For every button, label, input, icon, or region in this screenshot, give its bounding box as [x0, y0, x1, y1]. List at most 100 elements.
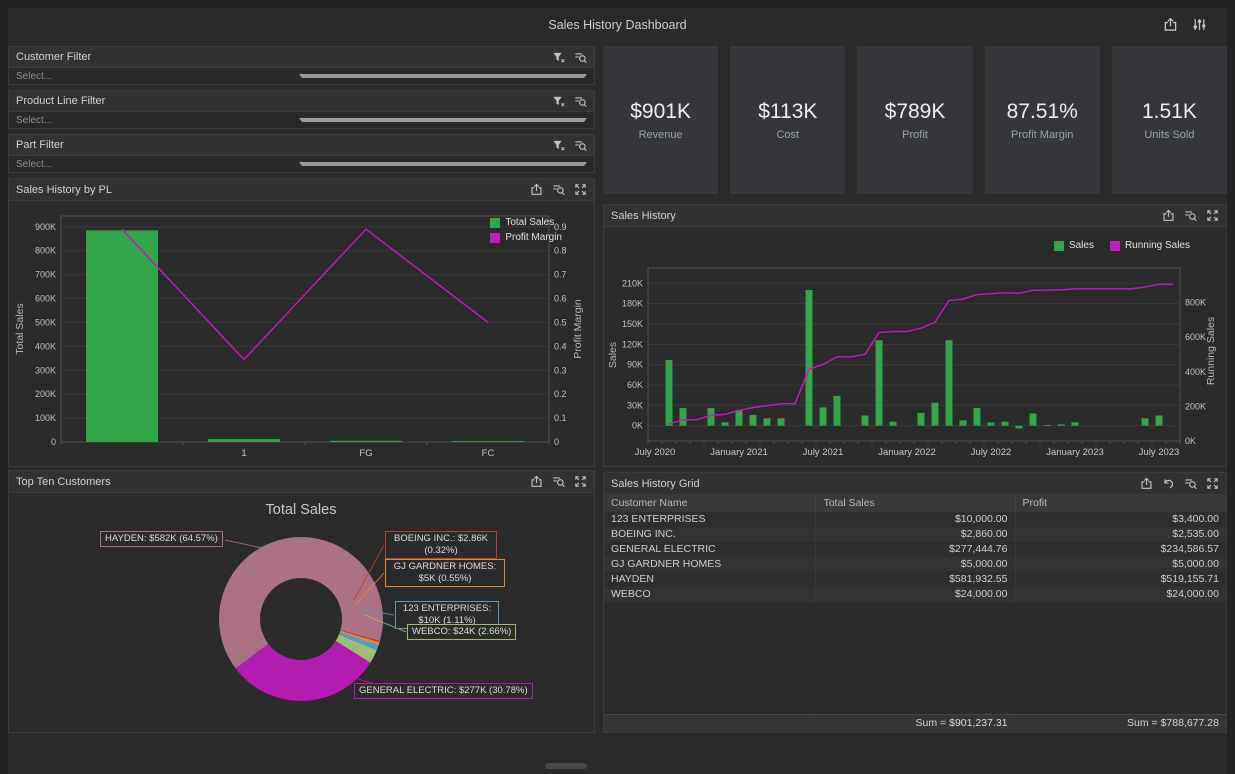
bar[interactable]: [974, 408, 981, 426]
sum-cell: [604, 715, 815, 732]
clear-filter-icon[interactable]: [552, 51, 565, 64]
bar[interactable]: [778, 418, 785, 425]
legend-item[interactable]: Sales: [1054, 240, 1094, 251]
customer-filter-combobox[interactable]: Select...: [9, 67, 594, 84]
parameters-icon[interactable]: [1184, 209, 1197, 222]
clear-filter-icon[interactable]: [552, 139, 565, 152]
top-ten-customers-panel: Top Ten Customers Total Sales HAYDEN: $5…: [8, 470, 595, 733]
bar[interactable]: [1156, 416, 1163, 426]
export-icon[interactable]: [530, 183, 543, 196]
pie-slice-label: BOEING INC.: $2.86K (0.32%): [385, 531, 497, 559]
bar[interactable]: [946, 340, 953, 425]
left-axis-tick-label: 700K: [35, 270, 56, 280]
sum-cell: Sum = $901,237.31: [815, 715, 1014, 732]
column-header[interactable]: Profit: [1015, 495, 1226, 512]
table-cell: WEBCO: [604, 587, 815, 602]
legend-item[interactable]: Total Sales: [490, 217, 562, 228]
line-series[interactable]: [669, 284, 1173, 424]
table-row[interactable]: GJ GARDNER HOMES$5,000.00$5,000.00: [604, 557, 1226, 572]
x-axis-tick-label: FG: [359, 448, 372, 459]
bar[interactable]: [736, 410, 743, 426]
maximize-icon[interactable]: [574, 475, 587, 488]
left-axis-tick-label: 0K: [632, 421, 643, 431]
bar[interactable]: [1016, 426, 1023, 429]
bar[interactable]: [960, 420, 967, 425]
bar[interactable]: [452, 441, 524, 442]
history-chart-canvas[interactable]: 0K30K60K90K120K150K180K210K0K200K400K600…: [604, 227, 1226, 466]
table-row[interactable]: 123 ENTERPRISES$10,000.00$3,400.00: [604, 512, 1226, 527]
legend-item[interactable]: Running Sales: [1110, 240, 1190, 251]
export-icon[interactable]: [1140, 477, 1153, 490]
bar[interactable]: [932, 403, 939, 426]
table-row[interactable]: WEBCO$24,000.00$24,000.00: [604, 587, 1226, 602]
chart-legend: Total Sales Profit Margin: [490, 217, 562, 243]
bar[interactable]: [1142, 418, 1149, 425]
sales-history-by-pl-panel: Sales History by PL 0100K200K300K400K500…: [8, 178, 595, 467]
bar[interactable]: [750, 415, 757, 426]
right-axis-tick-label: 0.6: [554, 294, 567, 304]
bar[interactable]: [708, 408, 715, 426]
grid-body: Customer NameTotal SalesProfit123 ENTERP…: [604, 495, 1226, 732]
panel-title: Top Ten Customers: [16, 476, 530, 488]
table-cell: GENERAL ELECTRIC: [604, 542, 815, 557]
kpi-label: Units Sold: [1144, 129, 1194, 141]
bar[interactable]: [876, 340, 883, 425]
bar[interactable]: [1030, 414, 1037, 426]
x-axis-tick-label: July 2021: [803, 447, 844, 458]
bar[interactable]: [666, 360, 673, 426]
table-row[interactable]: GENERAL ELECTRIC$277,444.76$234,586.57: [604, 542, 1226, 557]
bar[interactable]: [918, 413, 925, 426]
parameters-icon[interactable]: [574, 51, 587, 64]
options-sliders-icon[interactable]: [1192, 17, 1207, 32]
column-header[interactable]: Customer Name: [604, 495, 815, 512]
parameters-icon[interactable]: [574, 95, 587, 108]
export-icon[interactable]: [1162, 209, 1175, 222]
left-axis-tick-label: 200K: [35, 389, 56, 399]
left-axis-tick-label: 300K: [35, 365, 56, 375]
bar[interactable]: [820, 407, 827, 425]
left-axis-tick-label: 800K: [35, 246, 56, 256]
column-header[interactable]: Total Sales: [815, 495, 1014, 512]
parameters-icon[interactable]: [552, 183, 565, 196]
table-cell: BOEING INC.: [604, 527, 815, 542]
bar[interactable]: [806, 290, 813, 426]
bar[interactable]: [1044, 425, 1051, 426]
maximize-icon[interactable]: [574, 183, 587, 196]
table-cell: $10,000.00: [815, 512, 1014, 527]
bar[interactable]: [330, 441, 402, 442]
bar[interactable]: [1072, 422, 1079, 425]
maximize-icon[interactable]: [1206, 209, 1219, 222]
undo-icon[interactable]: [1162, 477, 1175, 490]
table-row[interactable]: HAYDEN$581,932.55$519,155.71: [604, 572, 1226, 587]
bar[interactable]: [86, 230, 158, 442]
bar[interactable]: [988, 422, 995, 425]
bar[interactable]: [680, 408, 687, 426]
maximize-icon[interactable]: [1206, 477, 1219, 490]
bar[interactable]: [208, 439, 280, 442]
clear-filter-icon[interactable]: [552, 95, 565, 108]
product-line-filter-panel: Product Line Filter Select...: [8, 90, 595, 129]
bar[interactable]: [1058, 424, 1065, 425]
product-line-filter-combobox[interactable]: Select...: [9, 111, 594, 128]
part-filter-combobox[interactable]: Select...: [9, 155, 594, 172]
parameters-icon[interactable]: [552, 475, 565, 488]
line-series[interactable]: [122, 229, 488, 359]
sales-history-grid-panel: Sales History Grid Customer NameTotal Sa…: [603, 472, 1227, 733]
grid-summary-row: Sum = $901,237.31Sum = $788,677.28: [604, 714, 1226, 732]
parameters-icon[interactable]: [574, 139, 587, 152]
bar[interactable]: [890, 422, 897, 426]
kpi-label: Profit Margin: [1011, 129, 1073, 141]
parameters-icon[interactable]: [1184, 477, 1197, 490]
bar[interactable]: [764, 418, 771, 425]
export-icon[interactable]: [530, 475, 543, 488]
export-icon[interactable]: [1163, 17, 1178, 32]
right-axis-title: Profit Margin: [572, 299, 584, 359]
table-row[interactable]: BOEING INC.$2,860.00$2,535.00: [604, 527, 1226, 542]
bar[interactable]: [834, 396, 841, 426]
left-axis-tick-label: 400K: [35, 341, 56, 351]
bar[interactable]: [722, 422, 729, 425]
legend-item[interactable]: Profit Margin: [490, 232, 562, 243]
bar[interactable]: [862, 416, 869, 426]
panel-collapse-handle[interactable]: [545, 763, 587, 769]
bar[interactable]: [1002, 422, 1009, 426]
